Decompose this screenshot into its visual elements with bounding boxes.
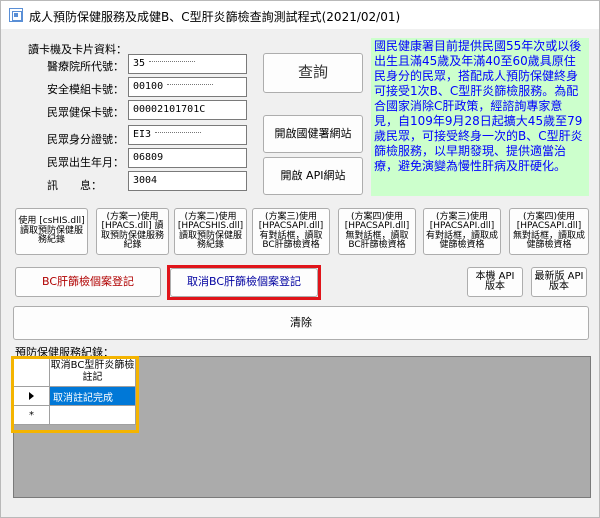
message-label: 訊 息： — [47, 179, 102, 192]
highlight-frame-red — [167, 265, 321, 300]
query-button[interactable]: 查詢 — [263, 53, 363, 93]
app-icon — [9, 8, 23, 22]
plan1-hpacs-button[interactable]: (方案一)使用 [HPACS.dll] 讀取預防保健服務紀錄 — [96, 208, 169, 255]
nhi-card-label: 民眾健保卡號： — [47, 106, 124, 119]
sam-card-label: 安全模組卡號： — [47, 83, 124, 96]
hospital-code-field[interactable]: 35 — [128, 54, 247, 74]
bc-register-button[interactable]: BC肝篩檢個案登記 — [15, 267, 161, 297]
birth-month-field[interactable]: 06809 — [128, 148, 247, 168]
plan4-adult-nodialog-button[interactable]: (方案四)使用 [HPACSAPI.dll] 無對話框，讀取成健篩檢資格 — [509, 208, 589, 255]
plan2-hpacshis-button[interactable]: (方案二)使用 [HPACSHIS.dll] 讀取預防保健服務紀錄 — [174, 208, 247, 255]
local-api-version-button[interactable]: 本機 API 版本 — [467, 267, 523, 297]
clear-button[interactable]: 清除 — [13, 306, 589, 340]
highlight-frame-yellow — [11, 356, 139, 433]
message-field[interactable]: 3004 — [128, 171, 247, 191]
latest-api-version-button[interactable]: 最新版 API 版本 — [531, 267, 587, 297]
plan4-bc-nodialog-button[interactable]: (方案四)使用 [HPACSAPI.dll] 無對話框，讀取BC肝篩檢資格 — [338, 208, 416, 255]
birth-month-label: 民眾出生年月： — [47, 156, 124, 169]
sam-card-field[interactable]: 00100 — [128, 77, 247, 97]
plan3-adult-dialog-button[interactable]: (方案三)使用 [HPACSAPI.dll] 有對話框，讀取成健篩檢資格 — [423, 208, 501, 255]
hospital-code-label: 醫療院所代號： — [47, 60, 124, 73]
plan3-bc-dialog-button[interactable]: (方案三)使用 [HPACSAPI.dll] 有對話框，讀取BC肝篩檢資格 — [252, 208, 330, 255]
id-number-field[interactable]: EI3 — [128, 125, 247, 145]
window-title: 成人預防保健服務及成健B、C型肝炎篩檢查詢測試程式(2021/02/01) — [29, 10, 401, 24]
title-bar: 成人預防保健服務及成健B、C型肝炎篩檢查詢測試程式(2021/02/01) — [1, 1, 599, 29]
cshis-read-button[interactable]: 使用 [csHIS.dll] 讀取預防保健服務紀錄 — [15, 208, 88, 255]
open-api-site-button[interactable]: 開啟 API網站 — [263, 157, 363, 195]
card-section-label: 讀卡機及卡片資料： — [28, 43, 127, 56]
notice-panel: 國民健康署目前提供民國55年次或以後出生且滿45歲及年滿40至60歲具原住民身分… — [371, 38, 589, 196]
nhi-card-field[interactable]: 00002101701C — [128, 100, 247, 120]
id-number-label: 民眾身分證號： — [47, 133, 124, 146]
open-nhi-site-button[interactable]: 開啟國健署網站 — [263, 115, 363, 153]
app-window: 成人預防保健服務及成健B、C型肝炎篩檢查詢測試程式(2021/02/01) 讀卡… — [0, 0, 600, 518]
